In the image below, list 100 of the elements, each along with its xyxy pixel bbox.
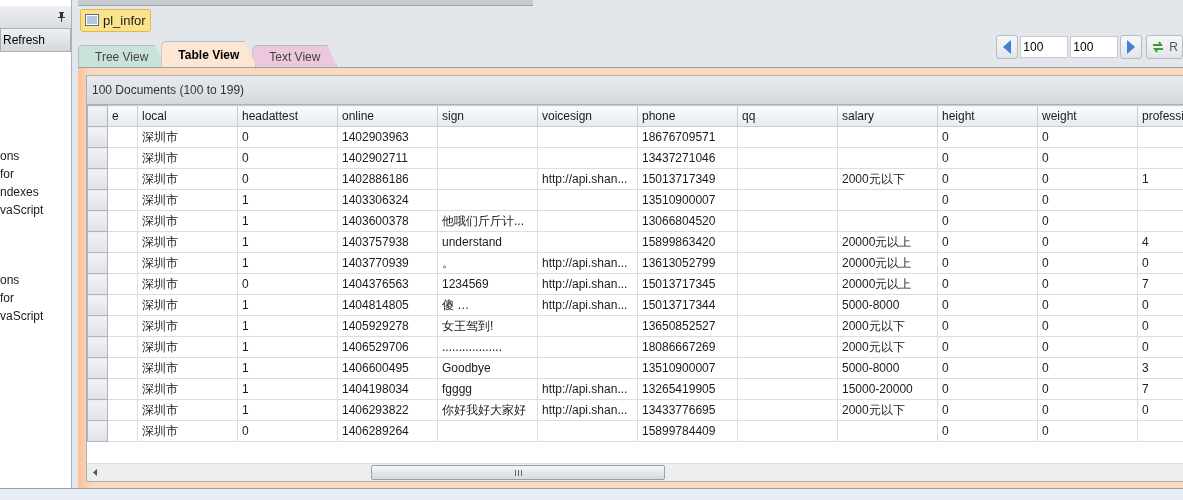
row-header[interactable] [87,315,108,337]
row-header[interactable] [87,294,108,316]
table-cell: 1 [237,378,338,400]
table-cell: 0 [1037,420,1138,442]
table-cell: 0 [937,147,1038,169]
refresh-button[interactable]: Refresh [0,28,71,52]
table-cell: 。 [437,252,538,274]
view-tab[interactable]: Table View [161,41,257,67]
column-header[interactable]: qq [737,105,838,127]
table-cell: 0 [1037,189,1138,211]
sidebar-item[interactable]: vaScript [0,202,71,219]
table-cell: 你好我好大家好 [437,399,538,421]
table-cell: 1 [237,357,338,379]
column-header[interactable]: phone [637,105,738,127]
table-cell: 1 [237,252,338,274]
column-header[interactable]: professi [1137,105,1183,127]
column-header[interactable]: e [107,105,138,127]
table-cell: 13613052799 [637,252,738,274]
table-cell: 0 [1037,147,1138,169]
table-cell: 0 [937,252,1038,274]
row-header[interactable] [87,273,108,295]
row-header[interactable] [87,210,108,232]
view-tab[interactable]: Text View [252,45,338,67]
column-header[interactable]: local [137,105,238,127]
table-cell: 13510900007 [637,189,738,211]
sidebar-item[interactable]: for [0,166,71,183]
table-cell: 1402903963 [337,126,438,148]
grip-icon [514,469,522,476]
column-header[interactable]: salary [837,105,938,127]
table-cell: 13265419905 [637,378,738,400]
table-cell: 0 [1037,252,1138,274]
row-header[interactable] [87,189,108,211]
horizontal-scrollbar[interactable] [87,463,1183,481]
table-cell: 1404198034 [337,378,438,400]
column-header[interactable]: height [937,105,1038,127]
column-header[interactable]: online [337,105,438,127]
sidebar-item[interactable]: ons [0,272,71,289]
table-cell: 0 [237,273,338,295]
row-header[interactable] [87,399,108,421]
table-cell: 1402886186 [337,168,438,190]
row-header[interactable] [87,252,108,274]
table-cell: 13433776695 [637,399,738,421]
table-cell: 0 [1037,315,1138,337]
column-header[interactable]: weight [1037,105,1138,127]
table-cell: http://api.shan... [537,378,638,400]
table-cell: 0 [937,126,1038,148]
table-cell: 0 [1037,231,1138,253]
sidebar-item[interactable]: ndexes [0,184,71,201]
table-cell: 深圳市 [137,126,238,148]
table-cell: fgggg [437,378,538,400]
row-header[interactable] [87,168,108,190]
row-header[interactable] [87,147,108,169]
table-cell: 0 [937,189,1038,211]
table-cell: 0 [937,357,1038,379]
table-cell: 13650852527 [637,315,738,337]
column-header[interactable]: headattest [237,105,338,127]
table-cell: 0 [1037,399,1138,421]
skip-field[interactable]: 100 [1020,36,1069,58]
table-cell: 0 [1037,273,1138,295]
table-cell: 1 [237,294,338,316]
table-cell: 0 [937,231,1038,253]
table-cell: 1234569 [437,273,538,295]
limit-field[interactable]: 100 [1070,36,1119,58]
left-triangle-icon [1003,40,1012,54]
table-cell: 1 [237,210,338,232]
sidebar-item[interactable]: vaScript [0,308,71,325]
table-cell: 0 [237,168,338,190]
table-cell: 15013717349 [637,168,738,190]
table-cell: 1 [237,336,338,358]
document-count: 100 Documents (100 to 199) [87,76,1183,105]
table-cell: 深圳市 [137,147,238,169]
next-page-button[interactable] [1120,35,1143,59]
row-header[interactable] [87,126,108,148]
scroll-thumb[interactable] [371,465,665,480]
table-cell: 0 [237,147,338,169]
column-header[interactable]: voicesign [537,105,638,127]
refresh-button[interactable]: R [1146,35,1183,59]
row-header[interactable] [87,231,108,253]
row-header[interactable] [87,336,108,358]
refresh-icon [1151,40,1166,54]
sidebar-item[interactable]: for [0,290,71,307]
sidebar-item[interactable]: ons [0,148,71,165]
pin-icon[interactable] [58,12,65,22]
table-cell: 1 [237,231,338,253]
scroll-left-icon[interactable] [93,469,97,476]
table-cell: 0 [1037,126,1138,148]
previous-page-button[interactable] [996,35,1019,59]
table-cell: 女王驾到! [437,315,538,337]
table-cell: 0 [937,315,1038,337]
table-cell: 0 [937,210,1038,232]
row-header[interactable] [87,357,108,379]
row-header[interactable] [87,378,108,400]
table-cell: 1406289264 [337,420,438,442]
collection-tab[interactable]: pl_infor [80,8,151,32]
right-triangle-icon [1127,40,1136,54]
row-header[interactable] [87,420,108,442]
column-header[interactable]: sign [437,105,538,127]
table-cell: 0 [937,294,1038,316]
table-cell: 15899784409 [637,420,738,442]
table-cell: 0 [1037,336,1138,358]
